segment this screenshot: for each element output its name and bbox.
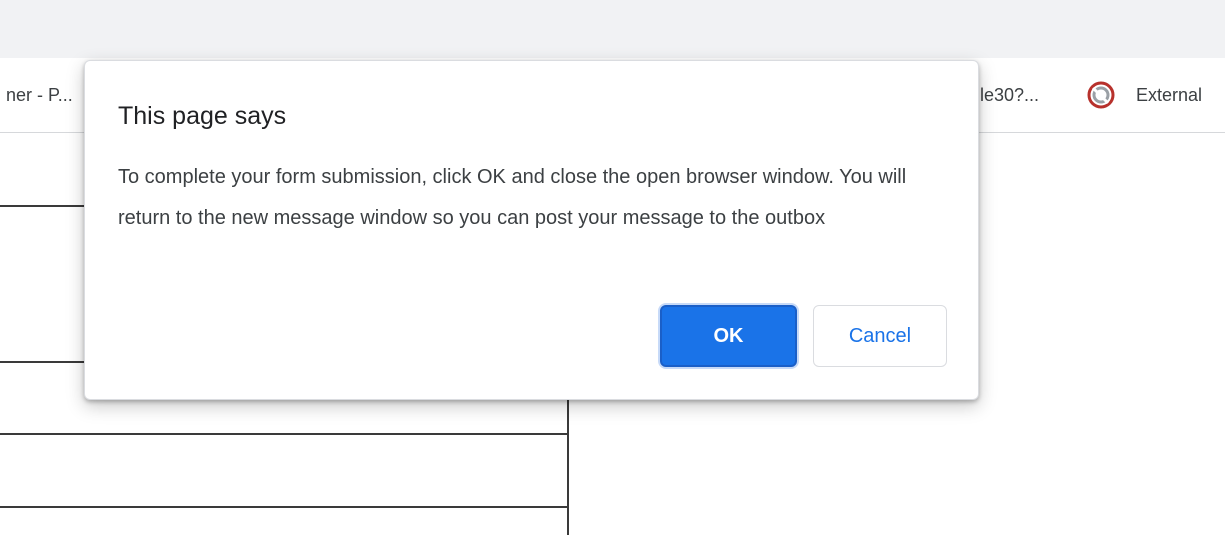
dialog-message: To complete your form submission, click … <box>118 166 907 229</box>
bookmark-item-left[interactable]: ner - P... <box>6 84 73 106</box>
external-site-icon <box>1085 79 1117 111</box>
table-border-line <box>567 397 569 535</box>
bookmark-item-middle[interactable]: le30?... <box>980 84 1039 106</box>
bookmark-item-external[interactable]: External <box>1136 84 1202 106</box>
table-border-line <box>0 433 569 435</box>
alert-dialog: This page says To complete your form sub… <box>84 60 979 400</box>
table-border-line <box>0 361 88 363</box>
ok-button[interactable]: OK <box>660 305 797 367</box>
dialog-title: This page says <box>118 102 287 130</box>
table-border-line <box>0 506 569 508</box>
table-border-line <box>0 205 88 207</box>
browser-tab-strip <box>0 0 1225 58</box>
cancel-button[interactable]: Cancel <box>813 305 947 367</box>
